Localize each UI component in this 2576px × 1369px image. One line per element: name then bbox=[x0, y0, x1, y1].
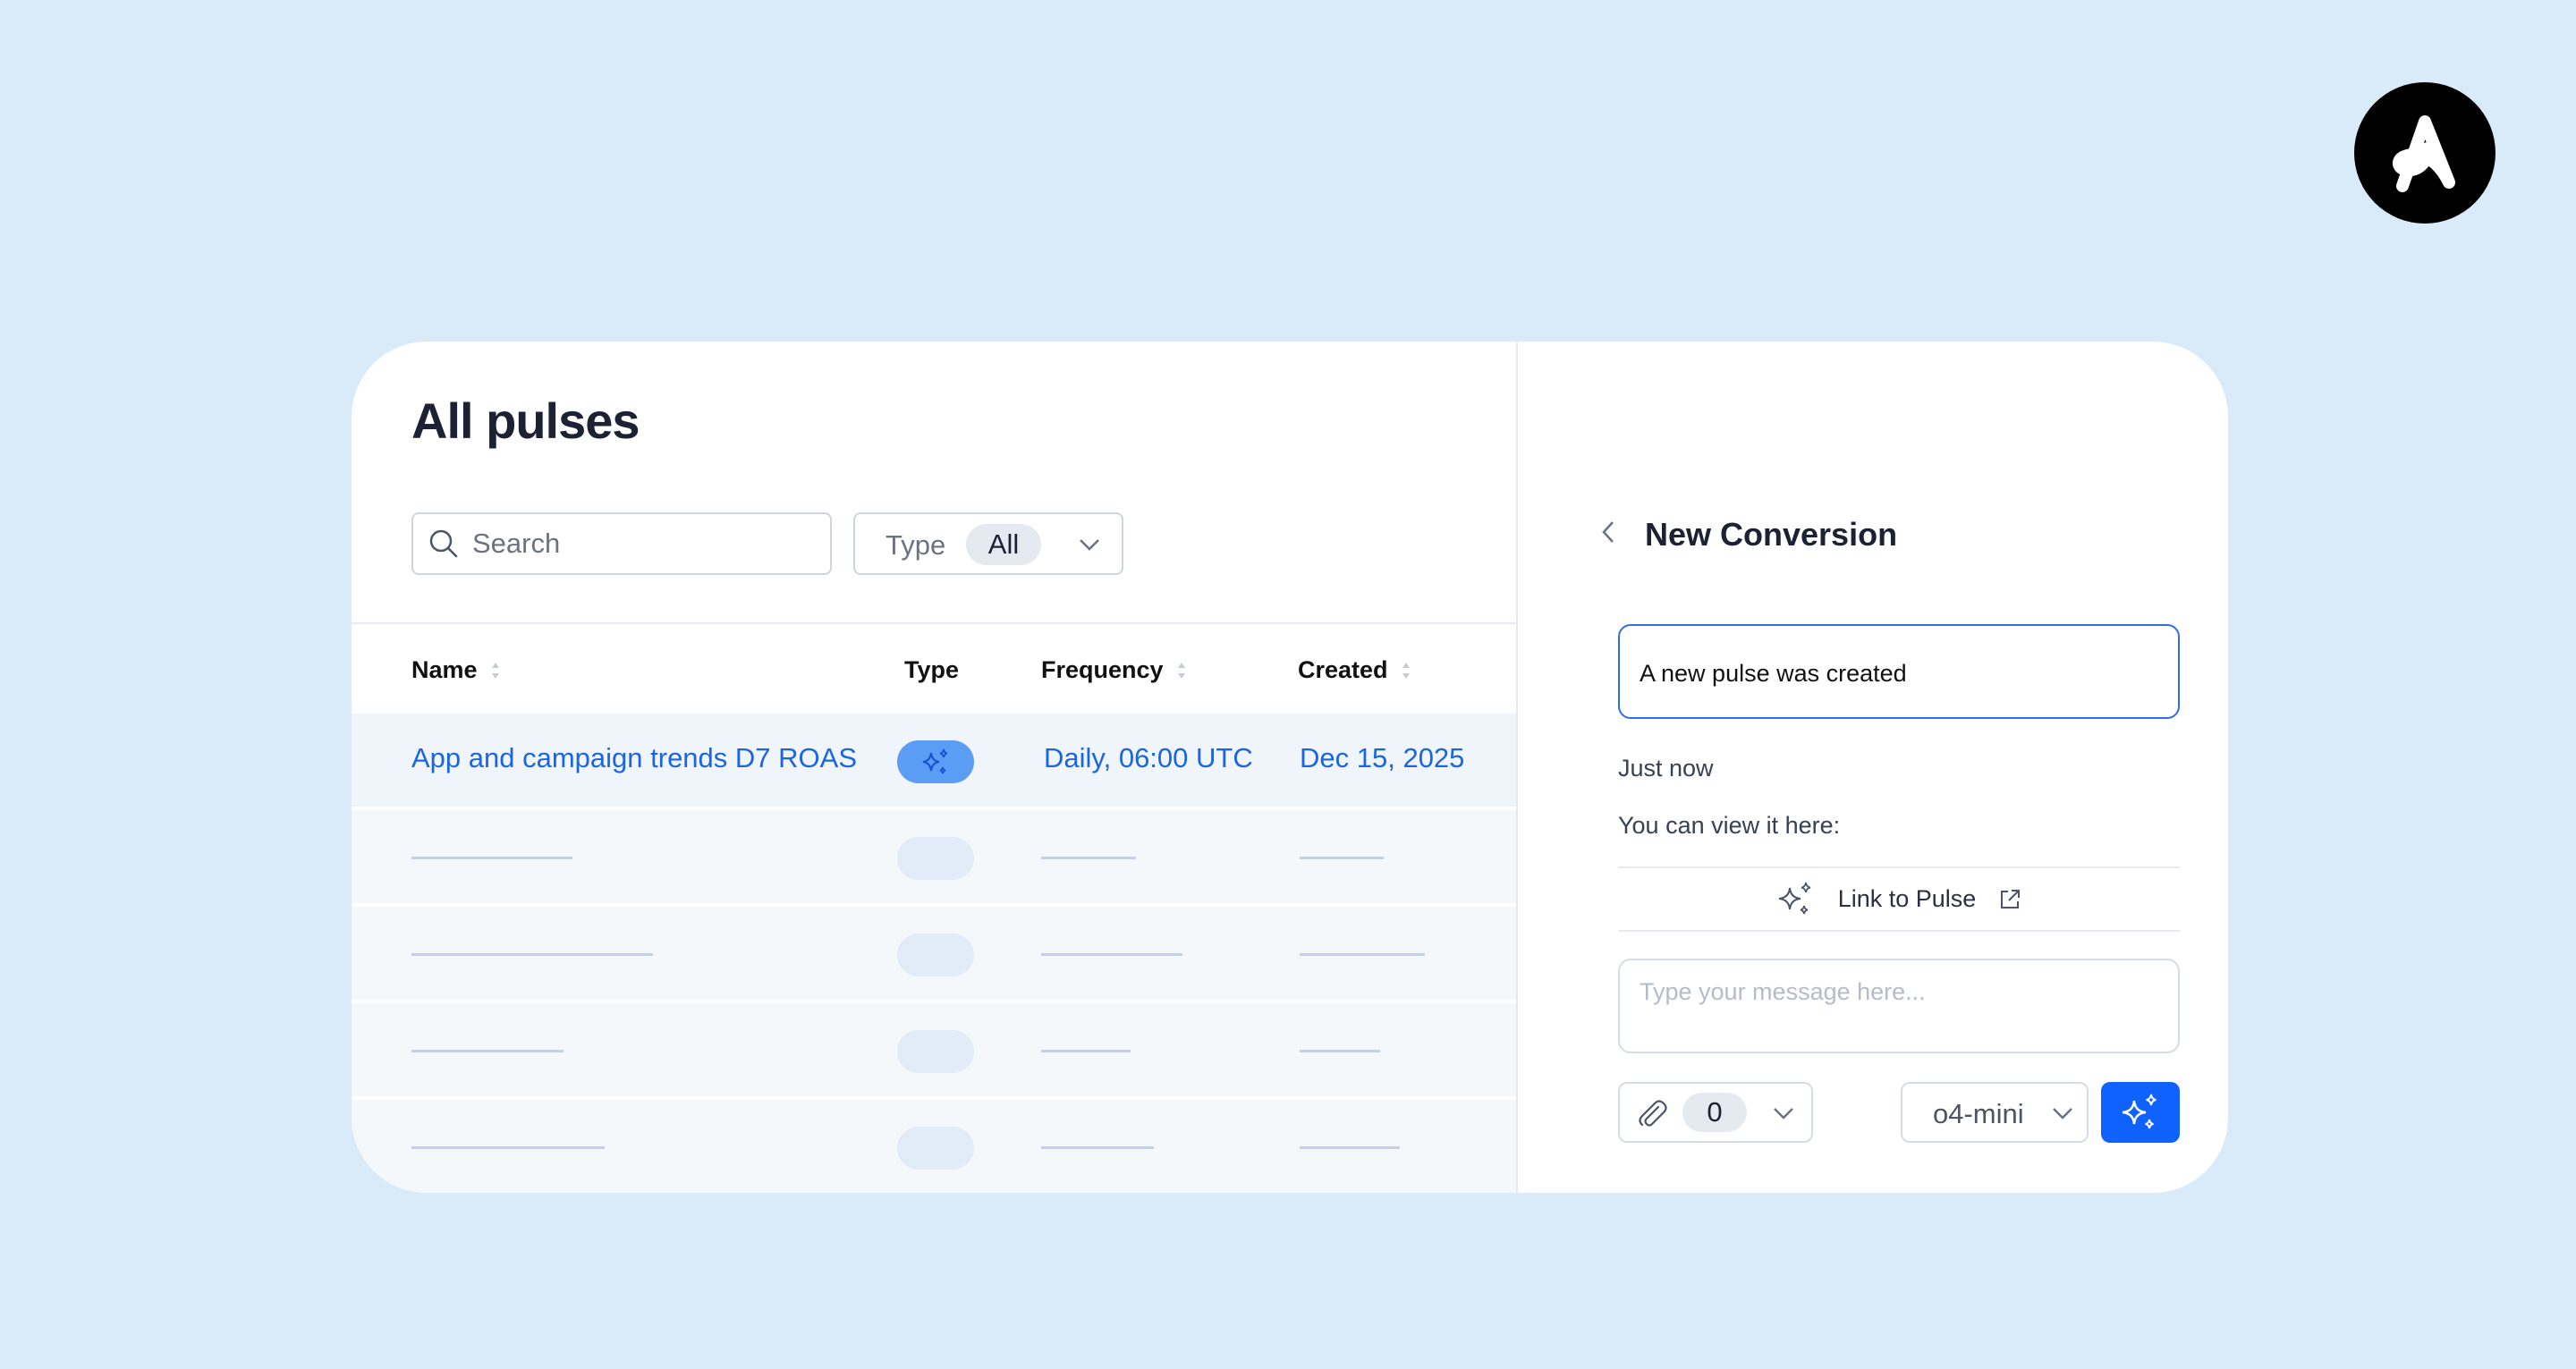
adjust-logo-icon bbox=[2354, 82, 2496, 224]
pulse-created: Dec 15, 2025 bbox=[1300, 742, 1465, 773]
sparkles-icon bbox=[922, 748, 948, 774]
placeholder-row bbox=[352, 907, 1516, 1000]
message-text: You can view it here: bbox=[1618, 812, 1841, 839]
conversation-title: New Conversion bbox=[1645, 516, 1898, 553]
skeleton-line bbox=[1041, 1146, 1154, 1149]
chevron-down-icon bbox=[1774, 1108, 1793, 1120]
message-timestamp: Just now bbox=[1618, 755, 1714, 782]
chat-panel: New Conversion A new pulse was created J… bbox=[1518, 342, 2228, 1193]
send-button[interactable] bbox=[2101, 1082, 2180, 1143]
skeleton-line bbox=[1041, 1050, 1131, 1052]
sort-icon bbox=[1177, 662, 1185, 679]
placeholder-row bbox=[352, 810, 1516, 903]
main-card: All pulses Type All Name Type F bbox=[352, 342, 2228, 1193]
chevron-down-icon bbox=[1080, 539, 1099, 551]
type-filter-label: Type bbox=[886, 529, 946, 561]
model-value: o4-mini bbox=[1933, 1098, 2024, 1129]
skeleton-badge bbox=[897, 837, 974, 880]
chevron-left-icon[interactable] bbox=[1600, 519, 1616, 545]
sparkles-icon bbox=[2122, 1094, 2157, 1129]
skeleton-line bbox=[1041, 857, 1136, 859]
sparkles-icon bbox=[1778, 882, 1810, 914]
skeleton-line bbox=[411, 953, 653, 956]
skeleton-line bbox=[1041, 953, 1182, 956]
search-input[interactable] bbox=[472, 528, 812, 560]
header-divider bbox=[352, 622, 1516, 624]
skeleton-line bbox=[1300, 953, 1425, 956]
column-header-type-label: Type bbox=[904, 656, 960, 683]
attachments-dropdown[interactable]: 0 bbox=[1618, 1082, 1813, 1143]
page-title: All pulses bbox=[411, 393, 640, 449]
column-header-frequency[interactable]: Frequency bbox=[1041, 656, 1187, 684]
column-header-type: Type bbox=[904, 656, 959, 684]
pulse-name-link[interactable]: App and campaign trends D7 ROAS bbox=[411, 742, 857, 774]
message-composer[interactable] bbox=[1618, 959, 2180, 1053]
skeleton-line bbox=[1300, 1050, 1380, 1052]
paperclip-icon bbox=[1639, 1100, 1667, 1127]
table-row[interactable]: App and campaign trends D7 ROAS Daily, 0… bbox=[352, 714, 1516, 807]
column-header-frequency-label: Frequency bbox=[1041, 656, 1164, 683]
placeholder-row bbox=[352, 1100, 1516, 1193]
message-bubble: A new pulse was created bbox=[1618, 624, 2180, 719]
skeleton-line bbox=[1300, 1146, 1400, 1149]
skeleton-line bbox=[411, 1146, 605, 1149]
skeleton-badge bbox=[897, 1030, 974, 1073]
placeholder-row bbox=[352, 1003, 1516, 1096]
type-filter-value: All bbox=[966, 524, 1041, 565]
column-header-created[interactable]: Created bbox=[1298, 656, 1411, 684]
sort-icon bbox=[1402, 662, 1410, 679]
link-to-pulse-label: Link to Pulse bbox=[1837, 885, 1977, 912]
skeleton-line bbox=[1300, 857, 1384, 859]
type-badge bbox=[897, 740, 974, 783]
skeleton-line bbox=[411, 857, 572, 859]
column-header-name[interactable]: Name bbox=[411, 656, 501, 684]
pulse-frequency: Daily, 06:00 UTC bbox=[1044, 742, 1253, 773]
column-header-name-label: Name bbox=[411, 656, 478, 683]
skeleton-badge bbox=[897, 934, 974, 976]
search-field[interactable] bbox=[411, 512, 832, 575]
model-select[interactable]: o4-mini bbox=[1901, 1082, 2089, 1143]
message-input[interactable] bbox=[1640, 978, 2158, 1041]
pulses-panel: All pulses Type All Name Type F bbox=[352, 342, 1516, 1193]
sort-icon bbox=[491, 662, 499, 679]
skeleton-line bbox=[411, 1050, 564, 1052]
column-header-created-label: Created bbox=[1298, 656, 1388, 683]
link-divider-bottom bbox=[1618, 930, 2180, 932]
chevron-down-icon bbox=[2053, 1108, 2072, 1120]
type-filter-select[interactable]: Type All bbox=[853, 512, 1123, 575]
link-to-pulse[interactable]: Link to Pulse bbox=[1618, 868, 2180, 930]
skeleton-badge bbox=[897, 1127, 974, 1170]
attachments-count: 0 bbox=[1682, 1093, 1747, 1132]
external-link-icon bbox=[2001, 889, 2021, 908]
search-icon bbox=[429, 529, 458, 558]
